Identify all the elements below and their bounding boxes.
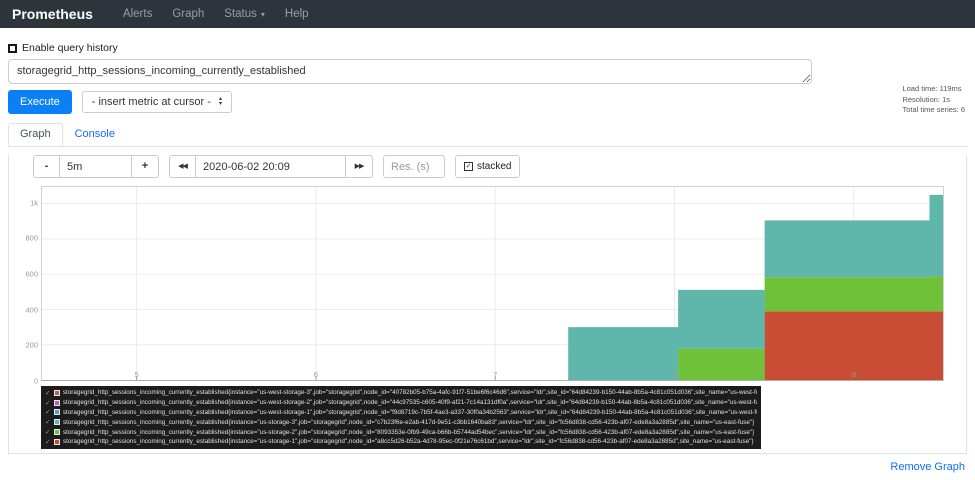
legend-series-label: storagegrid_http_sessions_incoming_curre… (63, 428, 755, 436)
legend-check-icon: ✓ (45, 438, 51, 446)
insert-metric-dropdown[interactable]: - insert metric at cursor - ▴ ▾ (81, 91, 232, 113)
query-stats: Load time: 119ms Resolution: 1s Total time… (902, 84, 965, 116)
legend-row[interactable]: ✓ storagegrid_http_sessions_incoming_curr… (41, 417, 761, 427)
tab-bar: Graph Console (8, 123, 967, 147)
query-input[interactable]: storagegrid_http_sessions_incoming_curre… (8, 59, 812, 84)
stacked-toggle[interactable]: ✓ stacked (455, 155, 521, 178)
legend-series-label: storagegrid_http_sessions_incoming_curre… (63, 438, 754, 446)
legend-row[interactable]: ✓ storagegrid_http_sessions_incoming_curr… (41, 408, 761, 418)
enable-query-history-checkbox[interactable] (8, 43, 17, 53)
legend-swatch (54, 429, 60, 436)
range-input[interactable] (60, 155, 132, 178)
y-tick-label: 200 (25, 340, 38, 350)
remove-graph-row: Remove Graph (8, 457, 965, 475)
tab-console[interactable]: Console (63, 123, 127, 146)
legend-series-label: storagegrid_http_sessions_incoming_curre… (62, 389, 757, 397)
y-tick-label: 600 (25, 269, 38, 279)
y-tick-label: 0 (33, 376, 38, 386)
y-tick-label: 800 (25, 233, 38, 243)
nav-item-graph[interactable]: Graph (172, 8, 204, 20)
stat-line: Resolution: 1s (902, 94, 950, 104)
stacked-label: stacked (477, 161, 512, 172)
legend: ✓ storagegrid_http_sessions_incoming_curr… (41, 386, 761, 449)
end-time-input[interactable] (196, 155, 346, 178)
legend-swatch (54, 438, 60, 445)
enable-query-history-label: Enable query history (22, 42, 118, 54)
legend-swatch (53, 389, 60, 396)
legend-check-icon: ✓ (45, 409, 51, 417)
navbar: Prometheus Alerts Graph Status ▾ Help (0, 0, 975, 28)
legend-series-label: storagegrid_http_sessions_incoming_curre… (63, 418, 755, 426)
legend-series-label: storagegrid_http_sessions_incoming_curre… (62, 399, 757, 407)
range-increase-button[interactable]: + (132, 155, 159, 178)
y-tick-label: 400 (25, 305, 38, 315)
stacked-area-chart (42, 187, 943, 380)
legend-series-label: storagegrid_http_sessions_incoming_curre… (62, 408, 757, 416)
prometheus-page: Prometheus Alerts Graph Status ▾ Help Enable… (0, 0, 975, 480)
nav-item-help[interactable]: Help (285, 8, 309, 20)
chart: 0 200 400 600 800 1k 5 6 7 8 9 (25, 184, 948, 386)
time-group: ◀◀ ▶▶ (169, 155, 373, 178)
stat-line: Load time: 119ms (902, 84, 962, 93)
legend-swatch (53, 399, 60, 406)
legend-swatch (53, 409, 60, 416)
execute-button[interactable]: Execute (8, 90, 72, 114)
legend-row[interactable]: ✓ storagegrid_http_sessions_incoming_curr… (41, 388, 761, 398)
range-group: - + (33, 155, 159, 178)
brand-prometheus[interactable]: Prometheus (12, 6, 93, 22)
legend-row[interactable]: ✓ storagegrid_http_sessions_incoming_curr… (41, 437, 761, 447)
legend-check-icon: ✓ (45, 429, 51, 437)
graph-panel: - + ◀◀ ▶▶ ✓ stacked 0 200 400 600 800 1k (8, 155, 967, 454)
y-axis-labels: 0 200 400 600 800 1k (25, 186, 39, 385)
caret-down-icon: ▾ (260, 9, 265, 19)
tab-graph[interactable]: Graph (8, 123, 63, 146)
content: Enable query history storagegrid_http_se… (0, 42, 975, 480)
remove-graph-link[interactable]: Remove Graph (890, 461, 965, 473)
time-forward-button[interactable]: ▶▶ (346, 155, 373, 178)
query-history-row: Enable query history (8, 42, 967, 54)
select-updown-icon: ▴ ▾ (218, 96, 222, 107)
resolution-input[interactable] (383, 155, 445, 178)
x-tick-label: 6 (313, 370, 318, 379)
y-tick-label: 1k (30, 198, 38, 208)
x-tick-label: 7 (493, 370, 498, 379)
plot-area[interactable]: 5 6 7 8 9 (41, 186, 944, 381)
legend-row[interactable]: ✓ storagegrid_http_sessions_incoming_curr… (41, 427, 761, 437)
nav-item-alerts[interactable]: Alerts (123, 8, 152, 20)
execute-row: Execute - insert metric at cursor - ▴ ▾ (8, 90, 967, 114)
time-back-button[interactable]: ◀◀ (169, 155, 196, 178)
nav-item-status[interactable]: Status ▾ (224, 8, 265, 20)
x-tick-label: 8 (672, 370, 677, 379)
navbar-links: Alerts Graph Status ▾ Help (123, 8, 309, 20)
x-tick-label: 9 (851, 370, 856, 379)
legend-check-icon: ✓ (45, 419, 51, 427)
x-tick-label: 5 (134, 370, 139, 379)
legend-check-icon: ✓ (45, 389, 51, 397)
range-decrease-button[interactable]: - (33, 155, 60, 178)
legend-row[interactable]: ✓ storagegrid_http_sessions_incoming_curr… (41, 398, 761, 408)
checked-checkbox-icon: ✓ (464, 162, 473, 171)
insert-metric-label: - insert metric at cursor - (91, 96, 211, 108)
legend-swatch (54, 419, 60, 426)
stat-line: Total time series: 6 (902, 105, 965, 114)
legend-check-icon: ✓ (45, 399, 51, 407)
graph-controls: - + ◀◀ ▶▶ ✓ stacked (33, 155, 966, 178)
